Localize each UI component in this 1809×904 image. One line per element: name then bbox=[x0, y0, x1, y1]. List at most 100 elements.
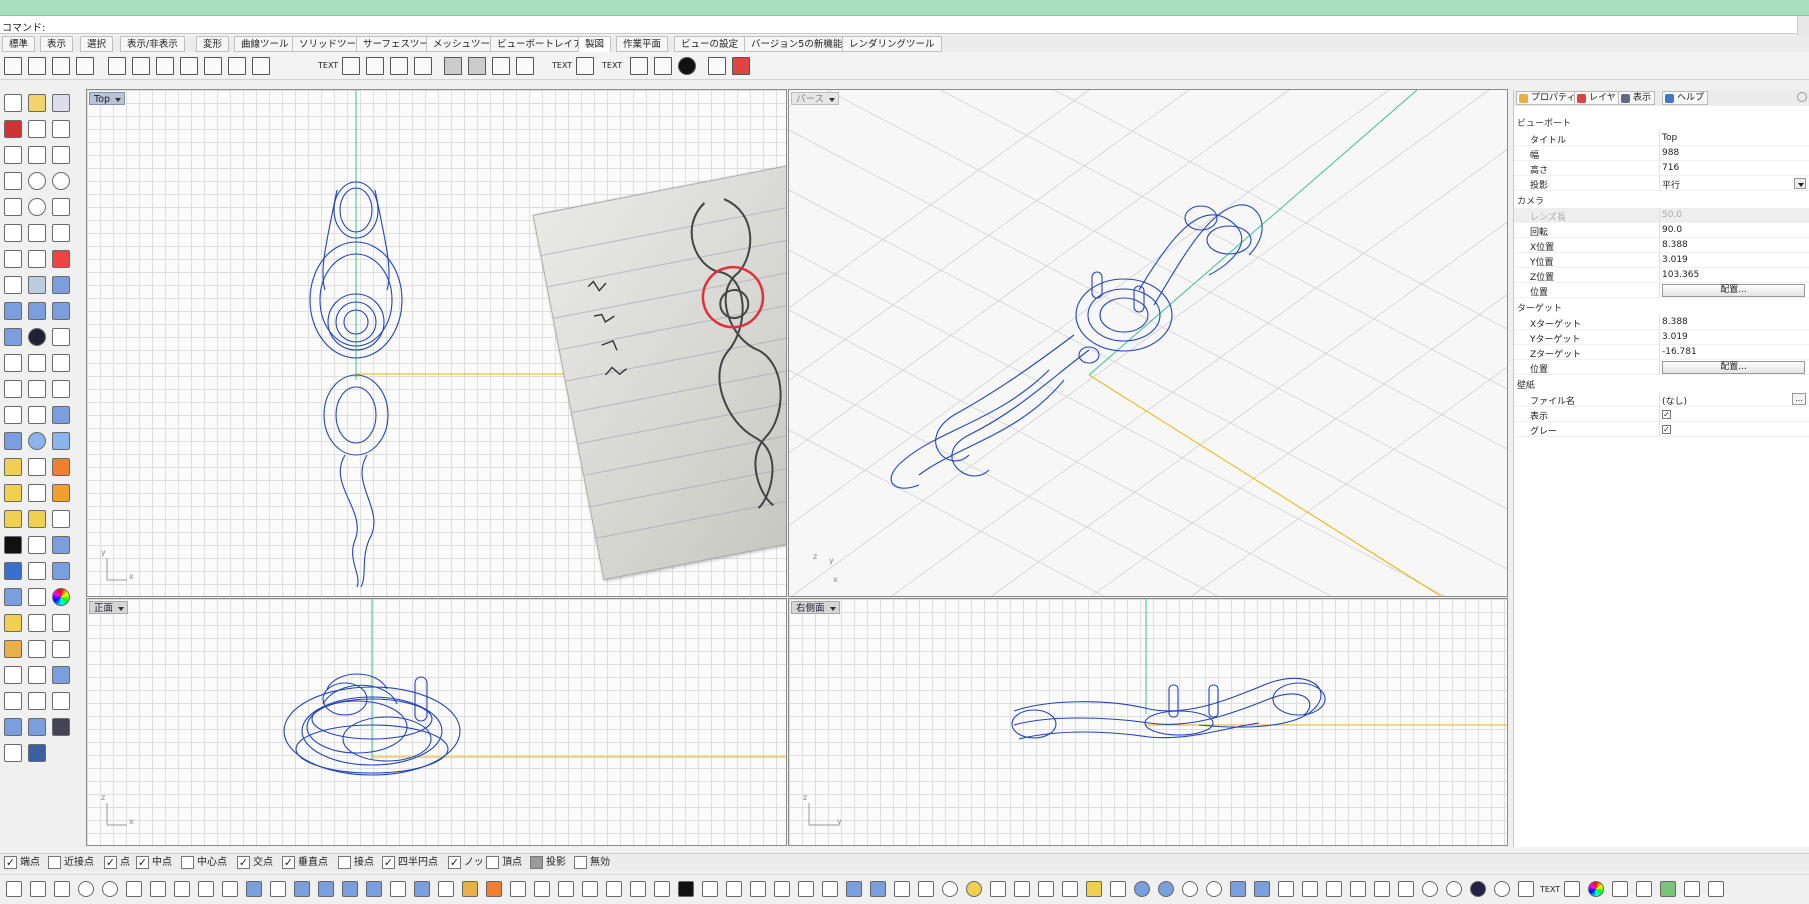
arc-tool-icon[interactable] bbox=[150, 881, 166, 897]
dimension-vertical-icon[interactable] bbox=[132, 57, 150, 75]
gear-tool-icon[interactable] bbox=[462, 881, 478, 897]
globe-icon[interactable] bbox=[1446, 881, 1462, 897]
spotlight-icon[interactable] bbox=[990, 881, 1006, 897]
mesh-layers-icon[interactable] bbox=[28, 588, 46, 606]
text-field-label[interactable]: TEXT bbox=[552, 61, 572, 70]
viewport-front[interactable]: 正面 z x bbox=[86, 598, 787, 846]
slash-icon[interactable] bbox=[28, 718, 46, 736]
tab-select[interactable]: 選択 bbox=[80, 36, 114, 52]
sphere-light-icon[interactable] bbox=[1494, 881, 1510, 897]
tab-standard[interactable]: 標準 bbox=[2, 36, 36, 52]
group-tool-icon[interactable] bbox=[726, 881, 742, 897]
bars-icon[interactable] bbox=[52, 718, 70, 736]
light-bulb-icon[interactable] bbox=[942, 881, 958, 897]
tab-layers[interactable]: レイヤ bbox=[1574, 91, 1620, 105]
solid-tool-icon[interactable] bbox=[318, 881, 334, 897]
text-grid-icon[interactable] bbox=[28, 562, 46, 580]
sphere-blue-icon[interactable] bbox=[1134, 881, 1150, 897]
open-icon[interactable] bbox=[28, 94, 46, 112]
osnap-tan[interactable]: 接点 bbox=[338, 856, 374, 870]
globe-grid-icon[interactable] bbox=[1422, 881, 1438, 897]
figure-2-icon[interactable] bbox=[4, 666, 22, 684]
osnap-near[interactable]: 近接点 bbox=[48, 856, 94, 870]
sphere-grey-icon[interactable] bbox=[1182, 881, 1198, 897]
print-icon[interactable] bbox=[708, 57, 726, 75]
bottom-text-label[interactable]: TEXT bbox=[1540, 885, 1560, 894]
tube-tool-icon[interactable] bbox=[390, 881, 406, 897]
dimension-horizontal-icon[interactable] bbox=[108, 57, 126, 75]
cube-small-icon[interactable] bbox=[28, 666, 46, 684]
snap-tool-icon[interactable] bbox=[702, 881, 718, 897]
check-icon[interactable] bbox=[516, 57, 534, 75]
blue-gear-icon[interactable] bbox=[52, 666, 70, 684]
extrude-icon[interactable] bbox=[4, 406, 22, 424]
page-tool-icon[interactable] bbox=[822, 881, 838, 897]
cube-outline-icon[interactable] bbox=[28, 640, 46, 658]
dimension-angle-icon[interactable] bbox=[204, 57, 222, 75]
prop-row-x-location[interactable]: X位置 8.388 bbox=[1514, 238, 1809, 253]
dimension-tool-icon[interactable] bbox=[894, 881, 910, 897]
osnap-intersection[interactable]: ✓ 交点 bbox=[237, 856, 273, 870]
scale-tool-icon[interactable] bbox=[606, 881, 622, 897]
projection-dropdown-icon[interactable] bbox=[1794, 178, 1806, 189]
join-icon[interactable] bbox=[28, 380, 46, 398]
prop-row-title[interactable]: タイトル Top bbox=[1514, 131, 1809, 146]
cube-icon[interactable] bbox=[52, 302, 70, 320]
brush-icon[interactable] bbox=[1564, 881, 1580, 897]
twist-icon[interactable] bbox=[28, 484, 46, 502]
save-icon[interactable] bbox=[52, 94, 70, 112]
bend-tool-icon[interactable] bbox=[510, 881, 526, 897]
text-object-icon[interactable] bbox=[4, 562, 22, 580]
tab-transform[interactable]: 変形 bbox=[196, 36, 230, 52]
layers-icon[interactable] bbox=[1302, 881, 1318, 897]
grid-points-icon[interactable] bbox=[28, 536, 46, 554]
dimension-diameter-icon[interactable] bbox=[252, 57, 270, 75]
grid-4-icon[interactable] bbox=[4, 146, 22, 164]
box-red-icon[interactable] bbox=[28, 614, 46, 632]
explode-icon[interactable] bbox=[52, 380, 70, 398]
checkmark-icon[interactable] bbox=[1612, 881, 1628, 897]
tab-render-tools[interactable]: レンダリングツール bbox=[842, 36, 942, 52]
leader-icon[interactable] bbox=[342, 57, 360, 75]
wallpaper-show-checkbox[interactable]: ✓ bbox=[1662, 410, 1671, 419]
tab-curve-tools[interactable]: 曲線ツール bbox=[234, 36, 296, 52]
box-shaded-icon[interactable] bbox=[1254, 881, 1270, 897]
figure-3-icon[interactable] bbox=[4, 692, 22, 710]
wallpaper-grey-checkbox[interactable]: ✓ bbox=[1662, 425, 1671, 434]
viewport-front-label[interactable]: 正面 bbox=[89, 601, 129, 614]
page-icon[interactable] bbox=[28, 57, 46, 75]
osnap-quad[interactable]: ✓ 四半円点 bbox=[382, 856, 438, 870]
align-tool-icon[interactable] bbox=[774, 881, 790, 897]
figure-icon[interactable] bbox=[52, 640, 70, 658]
layer-lock-icon[interactable] bbox=[1110, 881, 1126, 897]
mirror-icon[interactable] bbox=[4, 380, 22, 398]
leader-2-icon[interactable] bbox=[366, 57, 384, 75]
mesh-icon[interactable] bbox=[4, 588, 22, 606]
render-icon[interactable] bbox=[4, 614, 22, 632]
grid-9-icon[interactable] bbox=[28, 146, 46, 164]
fillet-icon[interactable] bbox=[4, 224, 22, 242]
sphere-icon[interactable] bbox=[678, 57, 696, 75]
lock-open-icon[interactable] bbox=[1062, 881, 1078, 897]
tab-help[interactable]: ヘルプ bbox=[1662, 91, 1709, 105]
box-tool-icon[interactable] bbox=[342, 881, 358, 897]
box-edit-icon[interactable] bbox=[52, 536, 70, 554]
osnap-point[interactable]: ✓ 点 bbox=[104, 856, 130, 870]
text-edit-icon[interactable] bbox=[576, 57, 594, 75]
prop-row-rotation[interactable]: 回転 90.0 bbox=[1514, 223, 1809, 238]
prop-row-filename[interactable]: ファイル名 (なし)... bbox=[1514, 392, 1809, 407]
control-points-icon[interactable] bbox=[52, 510, 70, 528]
curve-icon[interactable] bbox=[4, 276, 22, 294]
flow-icon[interactable] bbox=[4, 510, 22, 528]
skull-icon[interactable] bbox=[1636, 881, 1652, 897]
explode-burst-icon[interactable] bbox=[52, 458, 70, 476]
cube-edit-tool-icon[interactable] bbox=[870, 881, 886, 897]
network-icon[interactable] bbox=[52, 432, 70, 450]
ghost-icon[interactable] bbox=[1278, 881, 1294, 897]
viewport-right[interactable]: 右側面 z y bbox=[788, 598, 1508, 846]
tab-set-view[interactable]: ビューの設定 bbox=[674, 36, 746, 52]
tab-show-hide[interactable]: 表示/非表示 bbox=[120, 36, 185, 52]
spheres-2-icon[interactable] bbox=[1350, 881, 1366, 897]
ellipse-icon[interactable] bbox=[28, 198, 46, 216]
save-as-icon[interactable] bbox=[4, 120, 22, 138]
